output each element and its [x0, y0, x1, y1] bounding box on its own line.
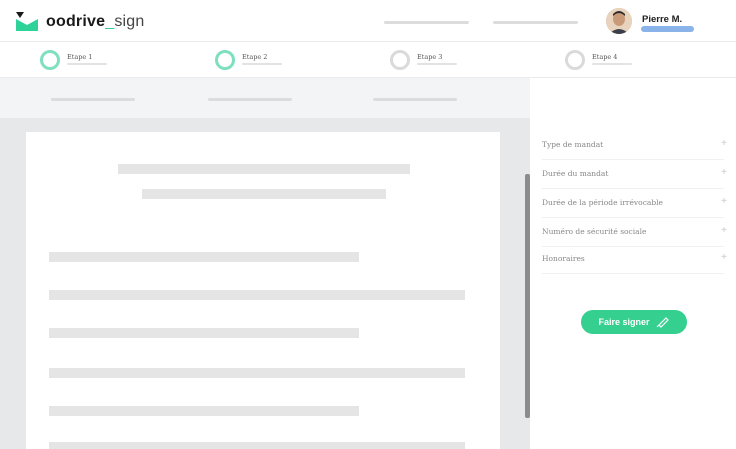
field-duree-periode-irrevocable[interactable]: Durée de la période irrévocable +	[542, 190, 727, 218]
doc-subtitle-line	[142, 189, 386, 199]
step-circle-icon	[40, 50, 60, 70]
step-circle-icon	[390, 50, 410, 70]
field-duree-du-mandat[interactable]: Durée du mandat +	[542, 161, 727, 189]
step-placeholder-line	[242, 63, 282, 65]
user-name[interactable]: Pierre M.	[642, 14, 682, 25]
step-label: Etape 4	[592, 53, 618, 61]
step-placeholder-line	[67, 63, 107, 65]
field-label: Durée de la période irrévocable	[542, 198, 663, 207]
toolbar-tab-2[interactable]	[208, 98, 292, 101]
top-header: oodrive_sign Pierre M.	[0, 0, 736, 42]
user-avatar[interactable]	[606, 8, 632, 34]
doc-text-line	[49, 368, 465, 378]
doc-text-line	[49, 328, 359, 338]
document-viewer[interactable]	[0, 118, 530, 449]
field-type-de-mandat[interactable]: Type de mandat +	[542, 132, 727, 160]
brand-wordmark: oodrive_sign	[46, 13, 144, 31]
signing-steps: Etape 1 Etape 2 Etape 3 Etape 4	[0, 42, 736, 78]
sign-button-label: Faire signer	[598, 317, 650, 327]
step-circle-icon	[565, 50, 585, 70]
step-label: Etape 2	[242, 53, 268, 61]
toolbar-tab-3[interactable]	[373, 98, 457, 101]
field-label: Numéro de sécurité sociale	[542, 227, 647, 236]
brand-name: oodrive	[46, 12, 106, 30]
brand-logo[interactable]: oodrive_sign	[16, 12, 144, 31]
brand-product: sign	[114, 12, 145, 30]
field-label: Durée du mandat	[542, 169, 609, 178]
header-nav-placeholder-2[interactable]	[493, 21, 578, 24]
plus-icon[interactable]: +	[721, 252, 727, 263]
doc-text-line	[49, 406, 359, 416]
doc-title-line	[118, 164, 410, 174]
doc-text-line	[49, 442, 465, 449]
step-label: Etape 3	[417, 53, 443, 61]
field-label: Honoraires	[542, 254, 585, 263]
logo-mark-icon	[16, 12, 38, 31]
field-numero-securite-sociale[interactable]: Numéro de sécurité sociale +	[542, 219, 727, 247]
doc-text-line	[49, 290, 465, 300]
header-nav-placeholder-1[interactable]	[384, 21, 469, 24]
user-avatar-icon	[606, 8, 632, 34]
fields-panel: Type de mandat + Durée du mandat + Durée…	[530, 78, 736, 449]
document-page[interactable]	[26, 132, 500, 449]
document-toolbar	[0, 78, 530, 118]
field-label: Type de mandat	[542, 140, 604, 149]
doc-text-line	[49, 252, 359, 262]
brand-separator: _	[105, 12, 115, 30]
step-placeholder-line	[417, 63, 457, 65]
plus-icon[interactable]: +	[721, 225, 727, 236]
user-role-placeholder	[641, 26, 694, 32]
field-honoraires[interactable]: Honoraires +	[542, 246, 727, 274]
toolbar-tab-1[interactable]	[51, 98, 135, 101]
plus-icon[interactable]: +	[721, 196, 727, 207]
step-placeholder-line	[592, 63, 632, 65]
send-for-signature-button[interactable]: Faire signer	[581, 310, 687, 334]
step-label: Etape 1	[67, 53, 93, 61]
step-circle-icon	[215, 50, 235, 70]
pen-icon	[656, 317, 669, 328]
plus-icon[interactable]: +	[721, 167, 727, 178]
plus-icon[interactable]: +	[721, 138, 727, 149]
